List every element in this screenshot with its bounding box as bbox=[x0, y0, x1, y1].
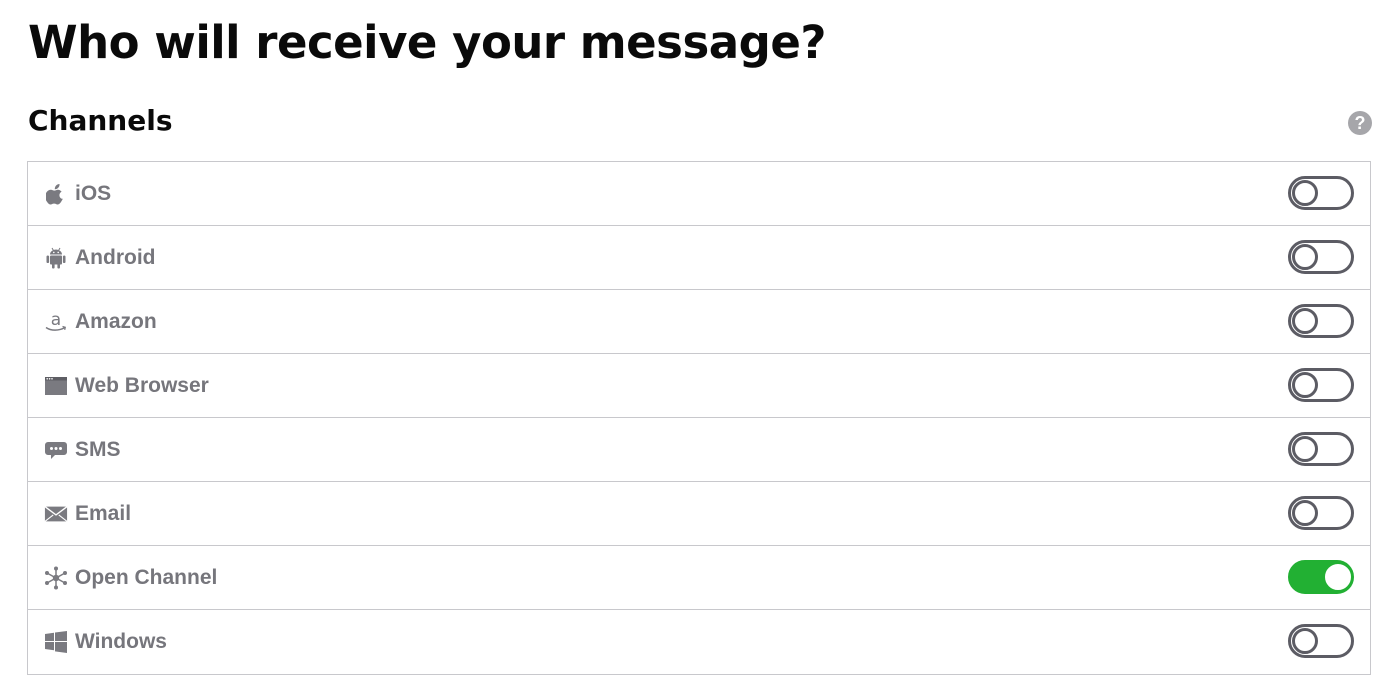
toggle-knob bbox=[1292, 500, 1318, 526]
android-icon bbox=[44, 246, 68, 270]
channel-label: SMS bbox=[75, 437, 121, 461]
sms-toggle[interactable] bbox=[1288, 432, 1354, 466]
amazon-toggle[interactable] bbox=[1288, 304, 1354, 338]
toggle-knob bbox=[1292, 180, 1318, 206]
android-toggle[interactable] bbox=[1288, 240, 1354, 274]
open-channel-toggle[interactable] bbox=[1288, 560, 1354, 594]
channel-label: Open Channel bbox=[75, 565, 218, 589]
network-nodes-icon bbox=[44, 566, 68, 590]
toggle-knob bbox=[1292, 244, 1318, 270]
envelope-icon bbox=[44, 502, 68, 526]
toggle-knob bbox=[1292, 628, 1318, 654]
channel-row-amazon: a Amazon bbox=[28, 290, 1370, 354]
channel-row-email: Email bbox=[28, 482, 1370, 546]
ios-toggle[interactable] bbox=[1288, 176, 1354, 210]
channel-label: Email bbox=[75, 501, 132, 525]
page-title: Who will receive your message? bbox=[28, 16, 826, 69]
svg-text:a: a bbox=[51, 310, 61, 330]
channel-row-windows: Windows bbox=[28, 610, 1370, 674]
browser-window-icon bbox=[44, 374, 68, 398]
toggle-knob bbox=[1292, 372, 1318, 398]
toggle-knob bbox=[1292, 436, 1318, 462]
email-toggle[interactable] bbox=[1288, 496, 1354, 530]
channel-row-web-browser: Web Browser bbox=[28, 354, 1370, 418]
toggle-knob bbox=[1292, 308, 1318, 334]
question-mark-icon[interactable]: ? bbox=[1348, 111, 1372, 135]
channel-label: Android bbox=[75, 245, 156, 269]
toggle-knob bbox=[1325, 564, 1351, 590]
chat-bubble-icon bbox=[44, 438, 68, 462]
channel-row-sms: SMS bbox=[28, 418, 1370, 482]
channel-label: Web Browser bbox=[75, 373, 209, 397]
channel-row-open-channel: Open Channel bbox=[28, 546, 1370, 610]
channel-label: iOS bbox=[75, 181, 112, 205]
channel-row-ios: iOS bbox=[28, 162, 1370, 226]
windows-toggle[interactable] bbox=[1288, 624, 1354, 658]
web-browser-toggle[interactable] bbox=[1288, 368, 1354, 402]
channel-list: iOS Android a Amazon Web Browser SMS Ema… bbox=[27, 161, 1371, 675]
channel-label: Windows bbox=[75, 630, 167, 653]
apple-icon bbox=[44, 182, 68, 206]
section-title-channels: Channels bbox=[28, 104, 173, 137]
amazon-icon: a bbox=[44, 310, 68, 334]
channel-row-android: Android bbox=[28, 226, 1370, 290]
channel-label: Amazon bbox=[75, 309, 157, 333]
windows-logo-icon bbox=[44, 630, 68, 654]
